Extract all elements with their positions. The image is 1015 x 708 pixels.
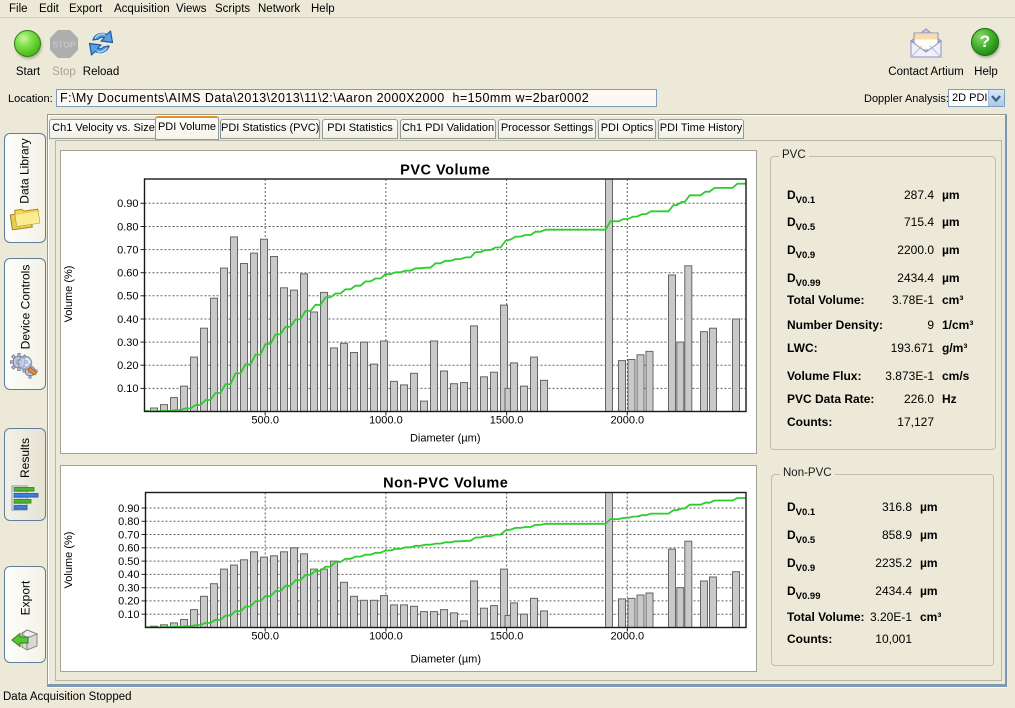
svg-text:0.30: 0.30 [117,337,138,349]
svg-text:1000.0: 1000.0 [369,631,403,643]
svg-text:0.70: 0.70 [117,244,138,256]
svg-text:500.0: 500.0 [251,415,279,427]
svg-text:0.60: 0.60 [117,268,138,280]
svg-text:0.40: 0.40 [118,569,139,581]
svg-text:0.70: 0.70 [118,529,139,541]
svg-text:0.50: 0.50 [117,291,138,303]
svg-text:2000.0: 2000.0 [610,415,644,427]
svg-text:0.90: 0.90 [117,198,138,210]
svg-text:0.30: 0.30 [118,583,139,595]
svg-text:0.80: 0.80 [117,221,138,233]
svg-text:0.90: 0.90 [118,503,139,515]
svg-text:1000.0: 1000.0 [369,415,403,427]
svg-text:Diameter (µm): Diameter (µm) [410,654,481,666]
svg-text:0.60: 0.60 [118,543,139,555]
svg-text:0.20: 0.20 [118,596,139,608]
svg-text:0.20: 0.20 [117,360,138,372]
svg-text:0.50: 0.50 [118,556,139,568]
svg-text:0.40: 0.40 [117,314,138,326]
svg-text:Diameter (µm): Diameter (µm) [410,433,481,445]
svg-text:0.10: 0.10 [118,609,139,621]
svg-text:1500.0: 1500.0 [490,415,524,427]
svg-text:1500.0: 1500.0 [490,631,524,643]
svg-text:Volume (%): Volume (%) [63,532,75,589]
svg-text:Non-PVC Volume: Non-PVC Volume [383,476,508,492]
svg-text:PVC Volume: PVC Volume [400,163,490,179]
svg-text:500.0: 500.0 [251,631,279,643]
svg-text:0.10: 0.10 [117,383,138,395]
svg-text:Volume (%): Volume (%) [63,266,75,323]
svg-text:STOP: STOP [53,40,76,50]
svg-text:0.80: 0.80 [118,516,139,528]
svg-text:2000.0: 2000.0 [610,631,644,643]
